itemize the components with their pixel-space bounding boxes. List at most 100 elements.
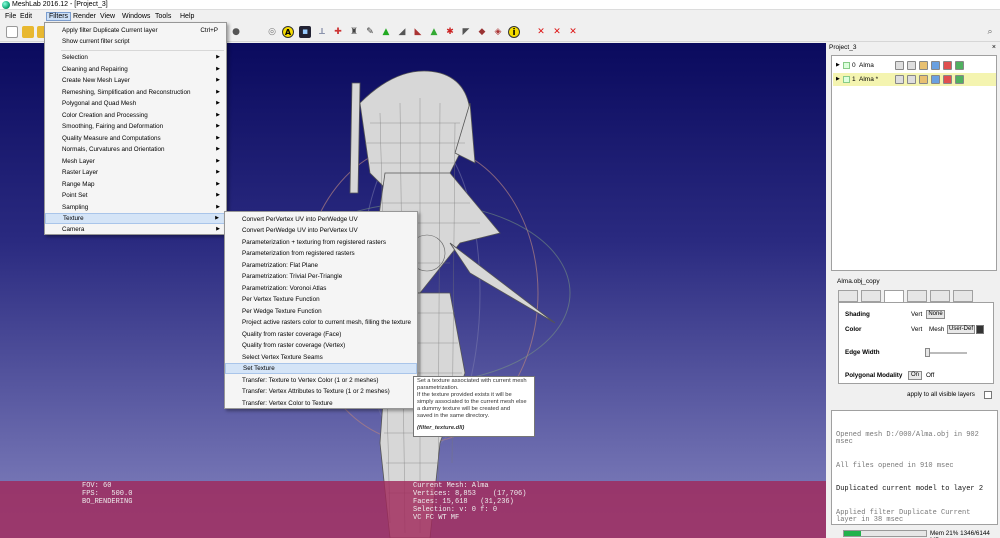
- annotation-icon[interactable]: A: [282, 26, 294, 38]
- expand-arrow-icon[interactable]: ▶: [836, 76, 840, 82]
- log-line: All files opened in 910 msec: [836, 461, 954, 470]
- menu-item-cleaning[interactable]: Cleaning and Repairing ▶: [45, 64, 226, 75]
- layer-points-icon[interactable]: [931, 61, 940, 70]
- menu-item-texture[interactable]: Per Vertex Texture Function: [225, 294, 417, 305]
- shading-none-button[interactable]: None: [926, 310, 945, 319]
- menu-item-color[interactable]: Color Creation and Processing ▶: [45, 110, 226, 121]
- menu-view[interactable]: View: [98, 12, 117, 21]
- info-icon[interactable]: i: [508, 26, 520, 38]
- delete-faces-icon[interactable]: ✕: [551, 26, 563, 38]
- menu-item-texture[interactable]: Quality from raster coverage (Vertex): [225, 340, 417, 351]
- pick-point-icon[interactable]: ✚: [332, 26, 344, 38]
- menu-item-texture[interactable]: Project active rasters color to current …: [225, 317, 417, 328]
- visibility-eye-icon[interactable]: [843, 62, 850, 69]
- tab-smooth[interactable]: [953, 290, 973, 302]
- menu-item-range-map[interactable]: Range Map ▶: [45, 179, 226, 190]
- menu-item-normals[interactable]: Normals, Curvatures and Orientation ▶: [45, 144, 226, 155]
- layer-row[interactable]: ▶ 0 Alma: [833, 59, 996, 72]
- tab-points[interactable]: [861, 290, 881, 302]
- menu-item-point-set[interactable]: Point Set ▶: [45, 190, 226, 201]
- measure-icon[interactable]: ⟂: [316, 26, 328, 38]
- select-connected-icon[interactable]: ◣: [412, 26, 424, 38]
- menu-help[interactable]: Help: [178, 12, 196, 21]
- menu-item-texture[interactable]: Parametrization: Trivial Per-Triangle: [225, 271, 417, 282]
- layer-cam-icon[interactable]: [895, 61, 904, 70]
- menu-item-texture[interactable]: Parameterization from registered rasters: [225, 248, 417, 259]
- select-z-icon[interactable]: ▲: [428, 26, 440, 38]
- menu-item-texture[interactable]: Parametrization: Voronoi Atlas: [225, 283, 417, 294]
- menu-item-texture[interactable]: Transfer: Vertex Color to Texture: [225, 398, 417, 409]
- select-vertex-icon[interactable]: ▲: [380, 26, 392, 38]
- apply-all-checkbox[interactable]: [984, 391, 992, 399]
- layer-points-icon[interactable]: [931, 75, 940, 84]
- globe-icon[interactable]: ◎: [266, 26, 278, 38]
- delete-selection-icon[interactable]: ✕: [567, 26, 579, 38]
- tab-flat-lines[interactable]: [907, 290, 927, 302]
- menu-edit[interactable]: Edit: [18, 12, 34, 21]
- layer-tag-icon[interactable]: [907, 75, 916, 84]
- menu-item-texture[interactable]: Transfer: Texture to Vertex Color (1 or …: [225, 375, 417, 386]
- menu-item-texture[interactable]: Texture ▶: [45, 213, 226, 224]
- menu-item-texture[interactable]: Parameterization + texturing from regist…: [225, 237, 417, 248]
- menu-item-texture[interactable]: Select Vertex Texture Seams: [225, 352, 417, 363]
- menu-item-texture[interactable]: Convert PerVertex UV into PerWedge UV: [225, 214, 417, 225]
- select-faces-icon[interactable]: ◢: [396, 26, 408, 38]
- visibility-eye-icon[interactable]: [843, 76, 850, 83]
- delete-vertices-icon[interactable]: ✕: [535, 26, 547, 38]
- layer-wire-icon[interactable]: [919, 61, 928, 70]
- menu-item-show-script[interactable]: Show current filter script: [45, 36, 226, 47]
- polygonal-on-button[interactable]: On: [908, 371, 922, 380]
- paint-brush-icon[interactable]: ✎: [364, 26, 376, 38]
- menu-item-sampling[interactable]: Sampling ▶: [45, 202, 226, 213]
- menu-filters[interactable]: Filters: [46, 12, 72, 21]
- menu-item-raster-layer[interactable]: Raster Layer ▶: [45, 167, 226, 178]
- menu-item-create-mesh[interactable]: Create New Mesh Layer ▶: [45, 75, 226, 86]
- color-userdef-button[interactable]: User-Def: [947, 325, 975, 334]
- close-icon[interactable]: ×: [992, 44, 996, 51]
- menu-item-texture[interactable]: Parametrization: Flat Plane: [225, 260, 417, 271]
- color-swatch[interactable]: [976, 325, 984, 334]
- layer-flat-icon[interactable]: [943, 75, 952, 84]
- select-region-icon[interactable]: ✱: [444, 26, 456, 38]
- menu-item-polygonal[interactable]: Polygonal and Quad Mesh ▶: [45, 98, 226, 109]
- menu-item-selection[interactable]: Selection ▶: [45, 52, 226, 63]
- layer-flat-icon[interactable]: [943, 61, 952, 70]
- edge-width-slider-handle[interactable]: [925, 348, 930, 357]
- sphere-render-icon[interactable]: ●: [230, 26, 242, 38]
- layer-cam-icon[interactable]: [895, 75, 904, 84]
- new-project-icon[interactable]: [6, 26, 18, 38]
- edge-width-slider-track[interactable]: [925, 352, 967, 354]
- layer-tag-icon[interactable]: [907, 61, 916, 70]
- menu-tools[interactable]: Tools: [153, 12, 173, 21]
- layer-wire-icon[interactable]: [919, 75, 928, 84]
- menu-item-set-texture[interactable]: Set Texture: [225, 363, 417, 374]
- menu-render[interactable]: Render: [71, 12, 98, 21]
- menu-item-texture[interactable]: Transfer: Vertex Attributes to Texture (…: [225, 386, 417, 397]
- menu-item-texture[interactable]: Per Wedge Texture Function: [225, 306, 417, 317]
- georef-icon[interactable]: ◈: [492, 26, 504, 38]
- menu-item-camera[interactable]: Camera ▶: [45, 224, 226, 235]
- menu-file[interactable]: File: [3, 12, 18, 21]
- layer-row-selected[interactable]: ▶ 1 Alma *: [833, 73, 996, 86]
- align-icon[interactable]: ◆: [476, 26, 488, 38]
- open-folder-icon[interactable]: [22, 26, 34, 38]
- menu-item-mesh-layer[interactable]: Mesh Layer ▶: [45, 156, 226, 167]
- lamp-icon[interactable]: ♜: [348, 26, 360, 38]
- polygonal-off-label[interactable]: Off: [926, 372, 934, 379]
- layer-smooth-icon[interactable]: [955, 61, 964, 70]
- layer-smooth-icon[interactable]: [955, 75, 964, 84]
- tab-bbox[interactable]: [838, 290, 858, 302]
- move-icon[interactable]: ◤: [460, 26, 472, 38]
- menu-item-remeshing[interactable]: Remeshing, Simplification and Reconstruc…: [45, 87, 226, 98]
- menu-item-quality[interactable]: Quality Measure and Computations ▶: [45, 133, 226, 144]
- raster-icon[interactable]: ▪: [299, 26, 311, 38]
- tab-flat[interactable]: [930, 290, 950, 302]
- menu-item-texture[interactable]: Quality from raster coverage (Face): [225, 329, 417, 340]
- menu-windows[interactable]: Windows: [120, 12, 152, 21]
- expand-arrow-icon[interactable]: ▶: [836, 62, 840, 68]
- menu-item-smoothing[interactable]: Smoothing, Fairing and Deformation ▶: [45, 121, 226, 132]
- menu-item-apply-duplicate[interactable]: Apply filter Duplicate Current layer Ctrl…: [45, 25, 226, 36]
- menu-item-texture[interactable]: Convert PerWedge UV into PerVertex UV: [225, 225, 417, 236]
- submenu-arrow-icon: ▶: [216, 204, 220, 210]
- search-icon[interactable]: ⌕: [984, 26, 996, 38]
